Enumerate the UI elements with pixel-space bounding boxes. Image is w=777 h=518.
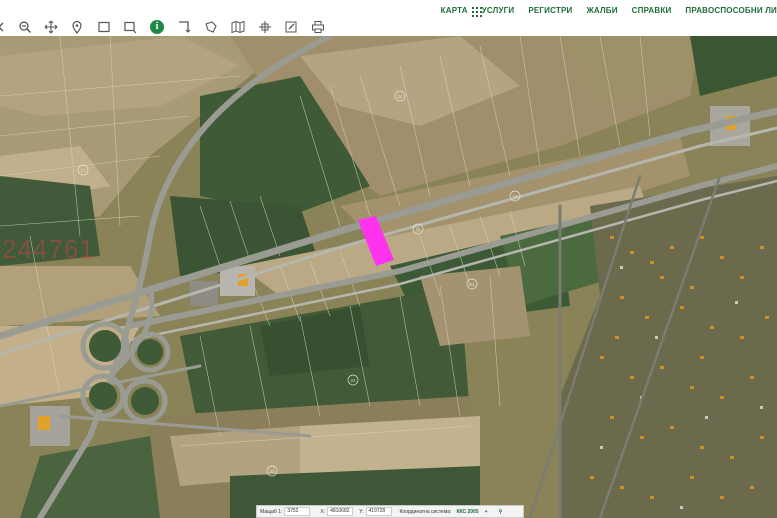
search-icon[interactable]: ⚲ bbox=[491, 509, 506, 515]
nav-registers[interactable]: РЕГИСТРИ bbox=[528, 6, 572, 15]
crs-label: Координатна система: bbox=[399, 508, 452, 515]
cadastral-area-label: 244761 bbox=[2, 234, 95, 264]
measure-icon[interactable] bbox=[177, 20, 191, 34]
parcel-number: 20 bbox=[415, 227, 421, 232]
info-icon[interactable]: i bbox=[150, 20, 164, 34]
nav-map[interactable]: КАРТА bbox=[441, 6, 468, 15]
pin-icon[interactable] bbox=[70, 20, 84, 34]
parcel-number: 23 bbox=[269, 469, 275, 474]
nav-licensed[interactable]: ПРАВОСПОСОБНИ ЛИ bbox=[685, 6, 777, 15]
edit-icon[interactable] bbox=[284, 20, 298, 34]
y-label: Y: bbox=[359, 508, 364, 515]
print-icon[interactable] bbox=[311, 20, 325, 34]
map-icon[interactable] bbox=[231, 20, 245, 34]
x-coordinate: 4810682 bbox=[327, 507, 354, 516]
x-label: X: bbox=[320, 508, 326, 515]
parcel-number: 17 bbox=[80, 168, 86, 173]
nav-references[interactable]: СПРАВКИ bbox=[632, 6, 672, 15]
polygon-icon[interactable] bbox=[204, 20, 218, 34]
pan-icon[interactable] bbox=[44, 20, 58, 34]
crosshair-icon[interactable] bbox=[258, 20, 272, 34]
zoom-out-icon[interactable] bbox=[18, 20, 32, 34]
parcel-number: 24 bbox=[397, 94, 403, 99]
parcel-number: 22 bbox=[350, 378, 356, 383]
y-coordinate: 419728 bbox=[365, 507, 392, 516]
map-view[interactable]: 24 17 20 21 22 23 13 244761 bbox=[0, 36, 777, 518]
satellite-imagery[interactable]: 24 17 20 21 22 23 13 244761 bbox=[0, 36, 777, 518]
parcel-number: 21 bbox=[469, 282, 475, 287]
rectangle-select-icon[interactable] bbox=[123, 20, 137, 34]
parcel-number: 13 bbox=[512, 194, 518, 199]
main-nav: КАРТА УСЛУГИ РЕГИСТРИ ЖАЛБИ СПРАВКИ ПРАВ… bbox=[441, 2, 777, 18]
nav-services[interactable]: УСЛУГИ bbox=[482, 6, 515, 15]
crs-value[interactable]: ККС 2005 bbox=[453, 509, 481, 515]
add-button[interactable]: + bbox=[482, 509, 491, 515]
back-icon[interactable] bbox=[0, 20, 11, 34]
status-bar: Мащаб 1: 3752 X: 4810682 Y: 419728 Коорд… bbox=[256, 505, 524, 518]
scale-label: Мащаб 1: bbox=[260, 508, 283, 515]
scale-input[interactable]: 3752 bbox=[284, 507, 311, 516]
rectangle-icon[interactable] bbox=[97, 20, 111, 34]
nav-complaints[interactable]: ЖАЛБИ bbox=[586, 6, 617, 15]
